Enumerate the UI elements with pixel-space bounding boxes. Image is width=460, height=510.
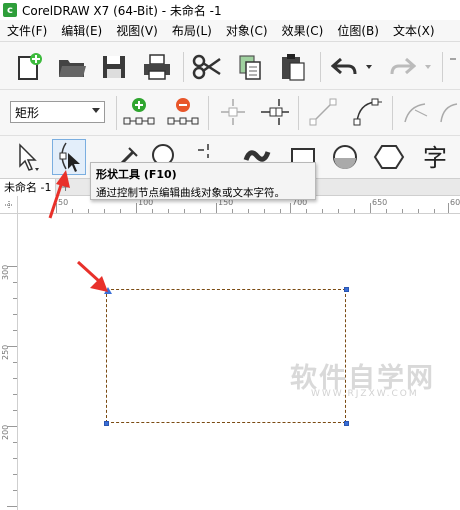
- menu-text[interactable]: 文本(X): [386, 22, 442, 39]
- annotation-arrow-icon: [48, 170, 70, 219]
- break-curve-icon[interactable]: [258, 95, 292, 129]
- menu-view[interactable]: 视图(V): [109, 22, 165, 39]
- title-bar: c CorelDRAW X7 (64-Bit) - 未命名 -1: [0, 0, 460, 20]
- window-title: CorelDRAW X7 (64-Bit) - 未命名 -1: [22, 3, 222, 18]
- node-bottom-right[interactable]: [344, 421, 349, 426]
- chevron-down-icon: [92, 108, 100, 113]
- ruler-label: 300: [1, 264, 10, 280]
- menu-file[interactable]: 文件(F): [0, 22, 54, 39]
- copy-icon[interactable]: [233, 50, 267, 84]
- svg-text:字: 字: [423, 144, 447, 172]
- ellipse-tool-icon[interactable]: [328, 139, 362, 175]
- node-bottom-left[interactable]: [104, 421, 109, 426]
- overflow-icon[interactable]: [446, 50, 460, 84]
- text-tool-icon[interactable]: 字: [420, 139, 454, 175]
- save-icon[interactable]: [97, 50, 131, 84]
- shape-type-select[interactable]: 矩形: [10, 101, 105, 123]
- menu-bitmaps[interactable]: 位图(B): [330, 22, 386, 39]
- to-line-icon[interactable]: [306, 95, 340, 129]
- shape-tool-tooltip: 形状工具 (F10) 通过控制节点编辑曲线对象或文本字符。: [90, 162, 316, 200]
- delete-node-icon[interactable]: [166, 95, 200, 129]
- standard-toolbar: [0, 42, 460, 90]
- pick-tool-icon[interactable]: [10, 139, 44, 175]
- watermark-url: WWW.RJZXW.COM: [311, 389, 419, 399]
- redo-icon[interactable]: [385, 50, 419, 84]
- paste-icon[interactable]: [276, 50, 310, 84]
- vertical-ruler[interactable]: 300 250 200: [0, 214, 18, 510]
- node-top-right[interactable]: [344, 287, 349, 292]
- cusp-node-icon[interactable]: [398, 95, 432, 129]
- open-folder-icon[interactable]: [55, 50, 89, 84]
- ruler-label: 600: [450, 198, 460, 207]
- cut-icon[interactable]: [190, 50, 224, 84]
- undo-dropdown-icon[interactable]: [366, 65, 372, 69]
- join-nodes-icon[interactable]: [216, 95, 250, 129]
- ruler-label: 250: [1, 344, 10, 360]
- smooth-node-icon[interactable]: [436, 95, 460, 129]
- redo-dropdown-icon[interactable]: [425, 65, 431, 69]
- tooltip-title: 形状工具 (F10): [96, 168, 177, 181]
- polygon-tool-icon[interactable]: [372, 139, 406, 175]
- add-node-icon[interactable]: [122, 95, 156, 129]
- tooltip-description: 通过控制节点编辑曲线对象或文本字符。: [96, 187, 285, 199]
- new-document-icon[interactable]: [12, 50, 46, 84]
- ruler-origin[interactable]: [0, 196, 18, 214]
- undo-icon[interactable]: [328, 50, 362, 84]
- annotation-arrow-icon: [76, 260, 108, 292]
- menu-effects[interactable]: 效果(C): [275, 22, 331, 39]
- menu-bar: 文件(F) 编辑(E) 视图(V) 布局(L) 对象(C) 效果(C) 位图(B…: [0, 20, 460, 42]
- shape-type-value: 矩形: [15, 105, 40, 120]
- ruler-label: 200: [1, 424, 10, 440]
- to-curve-icon[interactable]: [350, 95, 384, 129]
- menu-layout[interactable]: 布局(L): [165, 22, 219, 39]
- coreldraw-app-icon: c: [3, 3, 17, 17]
- menu-object[interactable]: 对象(C): [219, 22, 275, 39]
- ruler-label: 650: [372, 198, 388, 207]
- menu-edit[interactable]: 编辑(E): [54, 22, 109, 39]
- property-bar: 矩形: [0, 90, 460, 136]
- print-icon[interactable]: [140, 50, 174, 84]
